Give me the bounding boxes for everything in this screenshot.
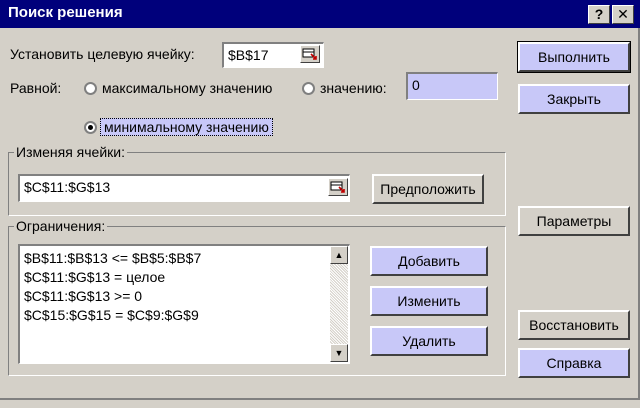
change-constraint-button[interactable]: Изменить [370, 286, 488, 316]
changing-cells-value: $C$11:$G$13 [24, 179, 111, 195]
constraint-item-2[interactable]: $C$11:$G$13 = целое [24, 269, 165, 285]
window-title: Поиск решения [8, 4, 123, 21]
options-button[interactable]: Параметры [518, 206, 630, 236]
add-constraint-button[interactable]: Добавить [370, 246, 488, 276]
radio-min-label[interactable]: минимальному значению [100, 118, 273, 136]
guess-button[interactable]: Предположить [372, 174, 484, 204]
scroll-down-icon[interactable]: ▼ [330, 344, 348, 362]
radio-value-label[interactable]: значению: [320, 80, 387, 96]
changing-cells-input[interactable]: $C$11:$G$13 [18, 174, 350, 202]
changing-cells-ref-button[interactable] [328, 178, 348, 196]
value-of-value: 0 [412, 77, 420, 93]
radio-min[interactable] [84, 121, 97, 134]
target-cell-value: $B$17 [228, 47, 269, 63]
constraints-label: Ограничения: [14, 218, 108, 234]
target-cell-label: Установить целевую ячейку: [10, 46, 195, 62]
help-icon[interactable]: ? [588, 5, 610, 24]
constraint-item-3[interactable]: $C$11:$G$13 >= 0 [24, 288, 142, 304]
solve-button[interactable]: Выполнить [517, 41, 631, 73]
cell-reference-icon [302, 48, 317, 60]
help-button[interactable]: Справка [518, 348, 630, 378]
radio-max[interactable] [84, 82, 97, 95]
cell-reference-icon [330, 181, 345, 193]
constraints-list[interactable]: $B$11:$B$13 <= $B$5:$B$7 $C$11:$G$13 = ц… [18, 244, 350, 364]
value-of-input[interactable]: 0 [406, 72, 498, 100]
close-icon[interactable]: ✕ [612, 5, 634, 24]
delete-constraint-button[interactable]: Удалить [370, 326, 488, 356]
close-button[interactable]: Закрыть [518, 84, 630, 114]
radio-min-dot [88, 125, 93, 130]
target-cell-ref-button[interactable] [300, 45, 320, 63]
equal-to-label: Равной: [10, 80, 62, 96]
scroll-up-icon[interactable]: ▲ [330, 246, 348, 264]
radio-max-label[interactable]: максимальному значению [102, 80, 272, 96]
changing-cells-label: Изменяя ячейки: [14, 144, 127, 160]
constraint-item-4[interactable]: $C$15:$G$15 = $C$9:$G$9 [24, 307, 199, 323]
radio-value[interactable] [302, 82, 315, 95]
reset-all-button[interactable]: Восстановить [518, 310, 630, 340]
constraint-item-1[interactable]: $B$11:$B$13 <= $B$5:$B$7 [24, 250, 201, 266]
